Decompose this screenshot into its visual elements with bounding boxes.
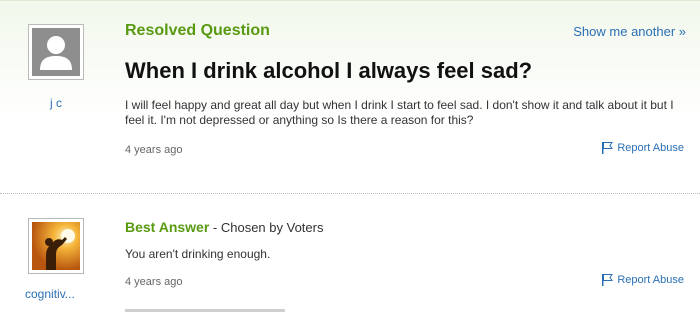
question-title: When I drink alcohol I always feel sad?	[125, 58, 533, 83]
question-timestamp: 4 years ago	[125, 144, 183, 156]
answer-timestamp: 4 years ago	[125, 276, 183, 288]
flag-icon	[602, 142, 614, 154]
report-abuse-label: Report Abuse	[617, 142, 684, 154]
person-holding-light-icon	[32, 222, 80, 270]
show-me-another-link[interactable]: Show me another »	[573, 24, 686, 39]
question-report-abuse-link[interactable]: Report Abuse	[602, 142, 684, 154]
answer-body: You aren't drinking enough.	[125, 247, 271, 261]
resolved-question-label: Resolved Question	[125, 22, 270, 39]
asker-avatar[interactable]	[28, 24, 84, 80]
chosen-by-label: - Chosen by Voters	[209, 220, 324, 235]
report-abuse-label: Report Abuse	[617, 274, 684, 286]
answer-report-abuse-link[interactable]: Report Abuse	[602, 274, 684, 286]
flag-icon	[602, 274, 614, 286]
question-body: I will feel happy and great all day but …	[125, 98, 674, 127]
default-user-silhouette-icon	[32, 28, 80, 76]
asker-name-link[interactable]: j c	[50, 96, 62, 110]
best-answer-header: Best Answer - Chosen by Voters	[125, 219, 323, 235]
best-answer-label: Best Answer	[125, 219, 210, 235]
section-divider	[0, 193, 700, 194]
answerer-avatar[interactable]	[28, 218, 84, 274]
answerer-name-link[interactable]: cognitiv...	[25, 287, 75, 301]
